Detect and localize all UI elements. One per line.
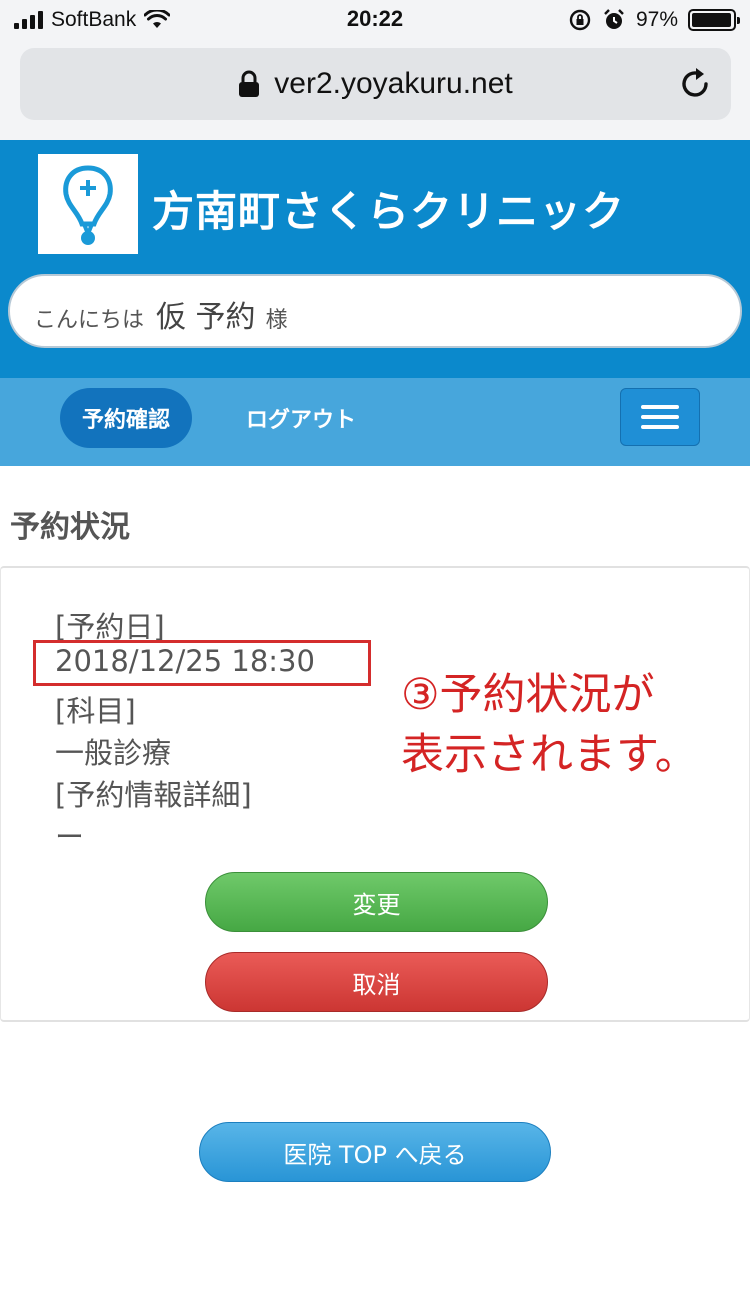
greeting-suffix: 様 xyxy=(265,308,288,333)
date-value: 2018/12/25 18:30 xyxy=(55,644,315,678)
status-right: 97% xyxy=(568,6,740,34)
reservation-card: [予約日] 2018/12/25 18:30 [科目] 一般診療 [予約情報詳細… xyxy=(0,566,750,1022)
url-text: ver2.yoyakuru.net xyxy=(274,67,513,100)
subject-label: [科目] xyxy=(55,694,136,728)
detail-value: ー xyxy=(55,820,85,854)
clinic-name: 方南町さくらクリニック xyxy=(152,187,626,236)
lock-icon xyxy=(239,70,260,97)
battery-icon xyxy=(688,9,740,31)
clinic-logo[interactable] xyxy=(38,154,138,254)
subject-value: 一般診療 xyxy=(55,736,172,770)
hamburger-icon xyxy=(641,405,679,409)
greeting-box: こんにちは 仮 予約 様 xyxy=(8,274,742,348)
nav-logout[interactable]: ログアウト xyxy=(246,388,356,448)
clinic-top-button[interactable]: 医院 TOP へ戻る xyxy=(199,1122,551,1182)
annotation-line-1: ③予約状況が xyxy=(401,670,655,720)
browser-toolbar: ver2.yoyakuru.net xyxy=(0,40,750,140)
main-nav: 予約確認 ログアウト xyxy=(0,378,750,466)
user-name: 仮 予約 xyxy=(156,300,256,335)
alarm-icon xyxy=(604,9,624,29)
greeting-prefix: こんにちは xyxy=(34,308,145,333)
clinic-logo-icon xyxy=(63,165,113,245)
battery-percent: 97% xyxy=(635,8,678,31)
battery-level xyxy=(692,13,731,27)
detail-label: [予約情報詳細] xyxy=(55,778,252,812)
annotation-line-2: 表示されます。 xyxy=(401,730,698,780)
rotation-lock-icon xyxy=(569,9,591,31)
address-content: ver2.yoyakuru.net xyxy=(20,48,731,120)
cancel-button[interactable]: 取消 xyxy=(205,952,548,1012)
menu-toggle-button[interactable] xyxy=(620,388,700,446)
status-bar: SoftBank 20:22 97% xyxy=(0,0,750,40)
address-bar[interactable]: ver2.yoyakuru.net xyxy=(20,48,731,120)
nav-reservation-confirm[interactable]: 予約確認 xyxy=(60,388,192,448)
site-header: 方南町さくらクリニック こんにちは 仮 予約 様 xyxy=(0,140,750,378)
reload-icon[interactable] xyxy=(677,66,713,102)
change-button[interactable]: 変更 xyxy=(205,872,548,932)
section-title: 予約状況 xyxy=(10,510,130,545)
